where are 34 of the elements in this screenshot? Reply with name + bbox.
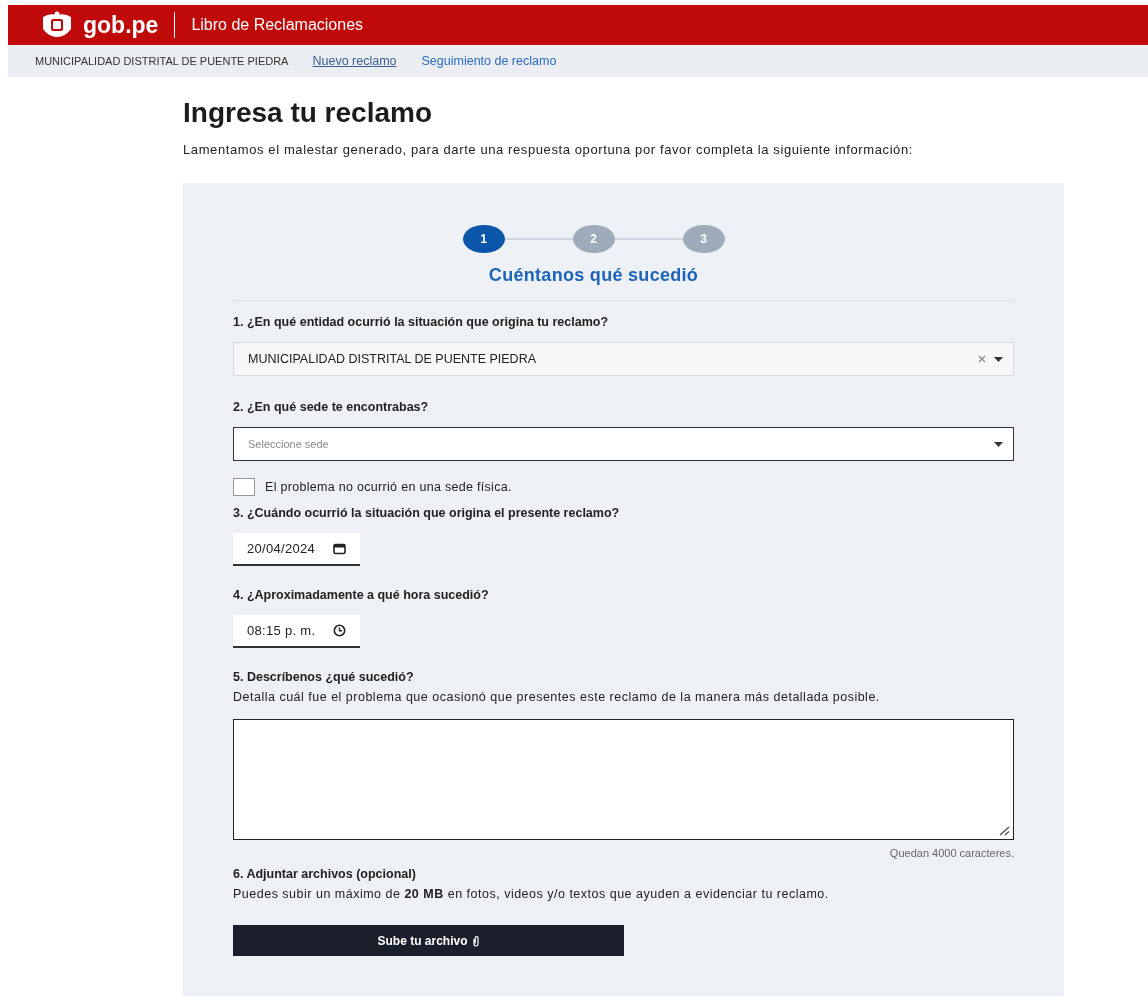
entity-name: MUNICIPALIDAD DISTRITAL DE PUENTE PIEDRA bbox=[35, 55, 289, 67]
upload-button[interactable]: Sube tu archivo bbox=[233, 925, 624, 956]
checkbox[interactable] bbox=[233, 478, 255, 496]
select-field[interactable]: MUNICIPALIDAD DISTRITAL DE PUENTE PIEDRA bbox=[233, 342, 1014, 376]
clear-icon[interactable] bbox=[978, 355, 986, 363]
checkbox-label: El problema no ocurrió en una sede física. bbox=[265, 480, 512, 494]
caret-icon bbox=[994, 356, 1003, 362]
step-indicator: 1 bbox=[462, 225, 505, 253]
question-label: 6. Adjuntar archivos (opcional) bbox=[233, 867, 417, 881]
character-counter: Quedan 4000 caracteres. bbox=[888, 847, 1014, 859]
resize-handle-icon[interactable] bbox=[998, 826, 1010, 836]
nav-link[interactable]: Nuevo reclamo bbox=[312, 54, 397, 68]
brand-name: gob.pe bbox=[83, 11, 159, 39]
help-text: Puedes subir un máximo de 20 MB en fotos, videos y/o textos que ayuden a evidenciar tu reclamo. bbox=[233, 886, 830, 903]
step-title: Cuéntanos qué sucedió bbox=[487, 265, 700, 286]
page-title: Ingresa tu reclamo bbox=[183, 97, 433, 129]
question-label: 1. ¿En qué entidad ocurrió la situación que origina tu reclamo? bbox=[233, 315, 610, 329]
nav-link[interactable]: Seguimiento de reclamo bbox=[421, 54, 557, 68]
select-field[interactable]: Seleccione sede bbox=[233, 427, 1014, 461]
clock-icon[interactable] bbox=[333, 624, 347, 637]
step-indicator: 2 bbox=[572, 225, 615, 253]
calendar-icon[interactable] bbox=[333, 542, 347, 555]
date-time-field[interactable]: 08:15 p. m. bbox=[233, 615, 361, 648]
caret-icon bbox=[994, 441, 1003, 447]
help-text: Detalla cuál fue el problema que ocasionó que presentes este reclamo de la manera más detallada posible. bbox=[233, 689, 881, 706]
date-time-field[interactable]: 20/04/2024 bbox=[233, 533, 361, 566]
header-title: Libro de Reclamaciones bbox=[191, 16, 364, 34]
paperclip-icon bbox=[471, 934, 480, 947]
question-label: 5. Descríbenos ¿qué sucedió? bbox=[233, 670, 415, 684]
question-label: 3. ¿Cuándo ocurrió la situación que origina el presente reclamo? bbox=[233, 506, 621, 520]
intro-text: Lamentamos el malestar generado, para darte una respuesta oportuna por favor completa la siguiente información: bbox=[183, 141, 914, 159]
question-label: 4. ¿Aproximadamente a qué hora sucedió? bbox=[233, 588, 490, 602]
step-indicator: 3 bbox=[682, 225, 725, 253]
question-label: 2. ¿En qué sede te encontrabas? bbox=[233, 400, 430, 414]
